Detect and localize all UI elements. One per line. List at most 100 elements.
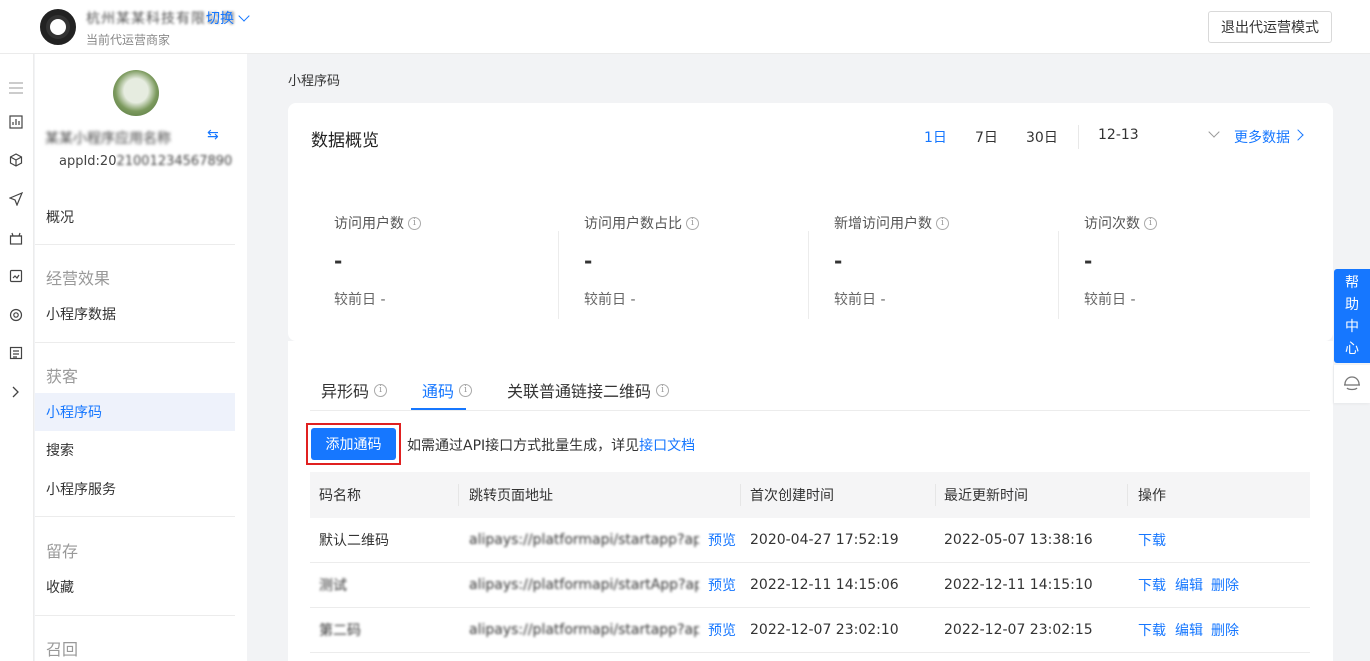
- sidebar-item-search[interactable]: 搜索: [35, 431, 235, 469]
- metric-value: -: [834, 249, 843, 273]
- created-time: 2020-04-27 17:52:19: [750, 532, 899, 548]
- codes-table: 码名称 跳转页面地址 首次创建时间 最近更新时间 操作 默认二维码 alipay…: [310, 472, 1310, 653]
- download-link[interactable]: 下载: [1138, 575, 1166, 595]
- delete-link[interactable]: 删除: [1211, 575, 1239, 595]
- preview-link[interactable]: 预览: [708, 530, 736, 550]
- customer-service-button[interactable]: [1334, 365, 1370, 403]
- sidebar-item-miniapp-service[interactable]: 小程序服务: [35, 470, 235, 508]
- info-icon[interactable]: i: [656, 383, 670, 397]
- help-center-button[interactable]: 帮 助 中 心: [1334, 269, 1370, 363]
- cube-icon[interactable]: [8, 152, 24, 168]
- sidebar-item-miniapp-data[interactable]: 小程序数据: [35, 295, 235, 333]
- menu-divider: [35, 342, 235, 343]
- column-header: 最近更新时间: [944, 488, 1028, 504]
- app-id: appId:2021001234567890: [59, 154, 232, 169]
- info-icon[interactable]: i: [408, 216, 421, 230]
- swap-app-icon[interactable]: ⇆: [207, 127, 219, 143]
- tab-label: 关联普通链接二维码: [507, 382, 652, 401]
- code-url: alipays://platformapi/startapp?appId...: [469, 622, 699, 638]
- app-id-prefix: appId:20: [59, 154, 117, 169]
- delete-link[interactable]: 删除: [1211, 620, 1239, 640]
- help-char: 帮: [1345, 275, 1359, 291]
- table-row: 第二码 alipays://platformapi/startapp?appId…: [310, 608, 1310, 653]
- updated-time: 2022-05-07 13:38:16: [944, 532, 1093, 548]
- sidebar-group-recall: 召回: [46, 640, 79, 659]
- gift-icon[interactable]: [8, 230, 24, 246]
- icon-rail: [0, 54, 34, 661]
- created-time: 2022-12-11 14:15:06: [750, 577, 899, 593]
- tab-special-code[interactable]: 异形码 i: [321, 378, 388, 402]
- column-divider: [1127, 484, 1128, 506]
- metric-label: 访问用户数: [334, 216, 404, 232]
- help-char: 助: [1345, 297, 1359, 313]
- api-hint: 如需通过API接口方式批量生成，详见接口文档: [407, 435, 695, 455]
- shop-icon[interactable]: [8, 268, 24, 284]
- chart-icon[interactable]: [8, 114, 24, 130]
- edit-link[interactable]: 编辑: [1175, 620, 1203, 640]
- more-data-link[interactable]: 更多数据: [1234, 127, 1290, 147]
- metric-label: 访问用户数占比: [584, 216, 682, 232]
- chevron-down-icon: [238, 10, 250, 22]
- merchant-avatar: [40, 9, 76, 45]
- tab-general-code[interactable]: 通码 i: [422, 378, 473, 402]
- preview-link[interactable]: 预览: [708, 575, 736, 595]
- info-icon[interactable]: i: [686, 216, 699, 230]
- tab-label: 通码: [422, 382, 455, 401]
- document-icon[interactable]: [8, 345, 24, 361]
- active-tab-indicator: [411, 408, 466, 410]
- sidebar-item-overview[interactable]: 概况: [35, 198, 235, 236]
- menu-icon[interactable]: [8, 80, 24, 96]
- download-link[interactable]: 下载: [1138, 620, 1166, 640]
- menu-divider: [35, 615, 235, 616]
- column-divider: [935, 484, 936, 506]
- metric-label: 访问次数: [1084, 216, 1140, 232]
- info-icon[interactable]: i: [374, 383, 388, 397]
- chevron-right-icon[interactable]: [8, 384, 24, 400]
- codes-card: 异形码 i 通码 i 关联普通链接二维码 i 添加通码 如需通过API接口方式批量生成…: [288, 341, 1333, 661]
- info-icon[interactable]: i: [1144, 216, 1157, 230]
- column-header: 首次创建时间: [750, 488, 834, 504]
- range-tab-30d[interactable]: 30日: [1026, 127, 1058, 147]
- data-overview-card: 数据概览 1日 7日 30日 12-13 更多数据 访问用户数 i - 较前日 -…: [288, 103, 1333, 341]
- info-icon[interactable]: i: [936, 216, 949, 230]
- exit-agent-mode-button[interactable]: 退出代运营模式: [1208, 11, 1332, 43]
- updated-time: 2022-12-11 14:15:10: [944, 577, 1093, 593]
- download-link[interactable]: 下载: [1138, 530, 1166, 550]
- column-header: 跳转页面地址: [469, 488, 553, 504]
- sidebar-item-miniapp-code[interactable]: 小程序码: [35, 393, 235, 431]
- table-row: 默认二维码 alipays://platformapi/startapp?app…: [310, 518, 1310, 563]
- add-code-button[interactable]: 添加通码: [311, 428, 396, 460]
- menu-divider: [35, 244, 235, 245]
- top-bar: 杭州某某科技有限公司 切换 当前代运营商家 退出代运营模式: [0, 0, 1370, 54]
- metric-compare: 较前日 -: [834, 292, 886, 308]
- sidebar-group-retention: 留存: [46, 542, 79, 561]
- metric-value: -: [584, 249, 593, 273]
- merchant-subtitle: 当前代运营商家: [86, 33, 171, 47]
- tab-label: 异形码: [321, 382, 370, 401]
- chevron-down-icon[interactable]: [1208, 126, 1220, 138]
- api-doc-link[interactable]: 接口文档: [639, 438, 695, 454]
- tabs-divider: [310, 410, 1310, 411]
- code-url: alipays://platformapi/startapp?appId...: [469, 532, 699, 548]
- edit-link[interactable]: 编辑: [1175, 575, 1203, 595]
- tab-linked-qrcode[interactable]: 关联普通链接二维码 i: [507, 378, 670, 402]
- metric-divider: [558, 231, 559, 319]
- table-header: 码名称 跳转页面地址 首次创建时间 最近更新时间 操作: [310, 472, 1310, 518]
- sidebar-item-favorites[interactable]: 收藏: [35, 568, 235, 606]
- preview-link[interactable]: 预览: [708, 620, 736, 640]
- metric-visitors: 访问用户数 i - 较前日 -: [334, 213, 564, 309]
- metric-divider: [808, 231, 809, 319]
- info-icon[interactable]: i: [459, 383, 473, 397]
- send-icon[interactable]: [8, 191, 24, 207]
- metric-visitor-ratio: 访问用户数占比 i - 较前日 -: [584, 213, 814, 309]
- chevron-right-icon[interactable]: [1292, 129, 1304, 141]
- column-divider: [740, 484, 741, 506]
- target-icon[interactable]: [8, 307, 24, 323]
- switch-merchant-button[interactable]: 切换: [206, 8, 250, 28]
- code-name: 测试: [319, 578, 347, 594]
- range-tab-1d[interactable]: 1日: [924, 127, 947, 147]
- metric-divider: [1058, 231, 1059, 319]
- range-tab-7d[interactable]: 7日: [975, 127, 998, 147]
- api-hint-text: 如需通过API接口方式批量生成，详见: [407, 438, 640, 454]
- date-picker[interactable]: 12-13: [1098, 127, 1139, 143]
